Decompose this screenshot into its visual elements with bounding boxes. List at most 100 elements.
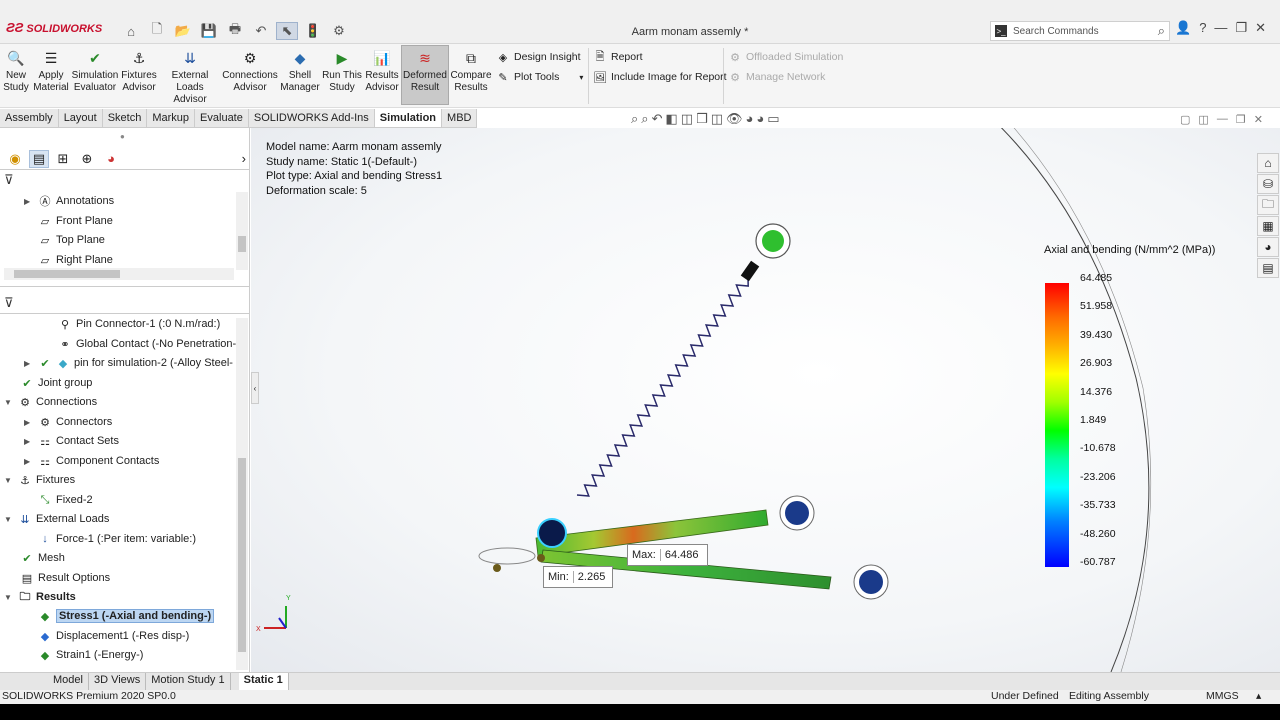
- tree-item-fixtures[interactable]: ▼ ⚓ Fixtures: [4, 473, 75, 487]
- property-manager-tab-icon[interactable]: ▤: [29, 149, 49, 168]
- design-library-icon[interactable]: ⛁: [1257, 174, 1279, 194]
- tab-model[interactable]: Model: [48, 673, 89, 690]
- design-insight-button[interactable]: ◈ Design Insight: [496, 50, 581, 64]
- status-units[interactable]: MMGS: [1206, 690, 1239, 702]
- display-manager-tab-icon[interactable]: ◕: [101, 150, 121, 168]
- display-style-icon[interactable]: ◫: [711, 111, 723, 127]
- compare-results-button[interactable]: ⧉ Compare Results: [450, 48, 491, 94]
- tree-scrollbar[interactable]: [236, 192, 248, 270]
- tree-item-results[interactable]: ▼ 🗀 Results: [4, 590, 76, 604]
- user-icon[interactable]: 👤: [1175, 20, 1191, 36]
- expand-arrow-icon[interactable]: ▶: [24, 359, 34, 368]
- close-icon[interactable]: ✕: [1255, 20, 1266, 36]
- previous-view-icon[interactable]: ↶: [652, 111, 663, 127]
- max-annotation[interactable]: Max: 64.486: [627, 544, 708, 566]
- run-this-study-button[interactable]: ▶ Run This Study: [322, 48, 362, 94]
- dynamic-annotation-icon[interactable]: ◫: [681, 111, 693, 127]
- help-icon[interactable]: ?: [1199, 20, 1206, 36]
- view-settings-icon[interactable]: ▭: [767, 111, 779, 127]
- plot-tools-button[interactable]: ✎ Plot Tools ▾: [496, 70, 583, 84]
- results-advisor-button[interactable]: 📊 Results Advisor: [364, 48, 400, 94]
- tree-item-force-1[interactable]: ↓ Force-1 (:Per item: variable:): [38, 532, 196, 546]
- include-image-button[interactable]: 🖼 Include Image for Report: [593, 70, 727, 84]
- expand-arrow-icon[interactable]: ▶: [24, 197, 34, 206]
- tab-markup[interactable]: Markup: [147, 109, 196, 127]
- viewport-single-icon[interactable]: ▢: [1180, 113, 1190, 126]
- scrollbar-thumb[interactable]: [14, 270, 120, 278]
- tab-assembly[interactable]: Assembly: [0, 109, 59, 127]
- tab-sketch[interactable]: Sketch: [103, 109, 148, 127]
- tree-item-mesh[interactable]: ✔ Mesh: [20, 551, 65, 565]
- scrollbar-thumb[interactable]: [238, 236, 246, 252]
- scrollbar-thumb[interactable]: [238, 458, 246, 652]
- collapse-arrow-icon[interactable]: ▼: [4, 515, 14, 524]
- expand-arrow-icon[interactable]: ▶: [24, 437, 34, 446]
- deformed-result-button[interactable]: ≋ Deformed Result: [401, 45, 449, 105]
- tree-item-component-contacts[interactable]: ▶ ⚏ Component Contacts: [24, 454, 159, 468]
- appearance-icon[interactable]: ◕: [746, 111, 754, 127]
- tab-addins[interactable]: SOLIDWORKS Add-Ins: [249, 109, 375, 127]
- restore-icon[interactable]: ❐: [1235, 20, 1247, 36]
- tree-item-external-loads[interactable]: ▼ ⇊ External Loads: [4, 512, 109, 526]
- external-loads-advisor-button[interactable]: ⇊ External Loads Advisor: [160, 48, 220, 106]
- report-button[interactable]: 🗎 Report: [593, 50, 643, 64]
- collapse-handle-icon[interactable]: ●: [120, 132, 125, 141]
- chevron-right-icon[interactable]: ›: [242, 151, 250, 166]
- tab-motion-study[interactable]: Motion Study 1: [146, 673, 231, 690]
- section-view-icon[interactable]: ◧: [665, 111, 677, 127]
- filter-icon[interactable]: ⊽: [4, 172, 14, 188]
- new-study-button[interactable]: 🔍 New Study: [3, 48, 29, 94]
- tree-item-front-plane[interactable]: ▱ Front Plane: [38, 214, 113, 228]
- search-icon[interactable]: ⌕: [1158, 23, 1169, 39]
- viewport-minimize-icon[interactable]: —: [1217, 113, 1228, 126]
- tab-simulation[interactable]: Simulation: [374, 109, 443, 127]
- tab-3d-views[interactable]: 3D Views: [89, 673, 147, 690]
- chevron-down-icon[interactable]: ▾: [579, 73, 583, 82]
- tree-item-result-options[interactable]: ▤ Result Options: [20, 571, 110, 585]
- tab-layout[interactable]: Layout: [59, 109, 103, 127]
- feature-manager-tab-icon[interactable]: ◉: [5, 150, 25, 168]
- dimxpert-tab-icon[interactable]: ⊕: [77, 150, 97, 168]
- manage-network-button[interactable]: ⚙ Manage Network: [728, 70, 825, 84]
- fixtures-advisor-button[interactable]: ⚓ Fixtures Advisor: [120, 48, 158, 94]
- view-orientation-icon[interactable]: ❒: [696, 111, 708, 127]
- zoom-area-icon[interactable]: ⌕: [641, 111, 648, 127]
- tree-item-connections[interactable]: ▼ ⚙ Connections: [4, 395, 97, 409]
- panel-divider[interactable]: [0, 286, 250, 287]
- tab-mbd[interactable]: MBD: [442, 109, 478, 127]
- status-chevron-up-icon[interactable]: ▴: [1256, 690, 1261, 702]
- view-palette-icon[interactable]: ▦: [1257, 216, 1279, 236]
- connections-advisor-button[interactable]: ⚙ Connections Advisor: [222, 48, 278, 94]
- tree-item-top-plane[interactable]: ▱ Top Plane: [38, 233, 105, 247]
- custom-properties-icon[interactable]: ▤: [1257, 258, 1279, 278]
- expand-arrow-icon[interactable]: ▶: [24, 457, 34, 466]
- solidworks-resources-icon[interactable]: ⌂: [1257, 153, 1279, 173]
- zoom-to-fit-icon[interactable]: ⌕: [631, 111, 638, 127]
- sim-tree-scrollbar[interactable]: [236, 318, 248, 670]
- tab-evaluate[interactable]: Evaluate: [195, 109, 249, 127]
- collapse-arrow-icon[interactable]: ▼: [4, 476, 14, 485]
- tree-item-annotations[interactable]: ▶ Ⓐ Annotations: [24, 194, 114, 208]
- viewport-restore-icon[interactable]: ❐: [1236, 113, 1246, 126]
- tree-item-right-plane[interactable]: ▱ Right Plane: [38, 253, 113, 267]
- legend-color-bar[interactable]: [1045, 283, 1069, 567]
- shell-manager-button[interactable]: ◆ Shell Manager: [280, 48, 320, 94]
- tree-item-strain1[interactable]: ◆ Strain1 (-Energy-): [38, 648, 144, 662]
- scene-icon[interactable]: ◕: [756, 111, 764, 127]
- expand-arrow-icon[interactable]: ▶: [24, 418, 34, 427]
- apply-material-button[interactable]: ☰ Apply Material: [32, 48, 70, 94]
- tree-item-displacement1[interactable]: ◆ Displacement1 (-Res disp-): [38, 629, 190, 643]
- tree-item-fixed-2[interactable]: ⤡ Fixed-2: [38, 493, 93, 507]
- tree-item-joint-group[interactable]: ✔ Joint group: [20, 376, 92, 390]
- appearances-icon[interactable]: ◕: [1257, 237, 1279, 257]
- viewport-close-icon[interactable]: ✕: [1254, 113, 1263, 126]
- minimize-icon[interactable]: —: [1214, 20, 1227, 36]
- search-commands-input[interactable]: >_ Search Commands ⌕: [990, 21, 1170, 41]
- tab-static-1[interactable]: Static 1: [238, 673, 289, 690]
- tree-item-connectors[interactable]: ▶ ⚙ Connectors: [24, 415, 112, 429]
- configuration-manager-tab-icon[interactable]: ⊞: [53, 150, 73, 168]
- tree-item-stress1[interactable]: ◆ Stress1 (-Axial and bending-): [38, 609, 215, 623]
- offloaded-simulation-button[interactable]: ⚙ Offloaded Simulation: [728, 50, 843, 64]
- horizontal-scrollbar[interactable]: [4, 268, 234, 280]
- tree-item-global-contact[interactable]: ⚭ Global Contact (-No Penetration-): [58, 337, 239, 351]
